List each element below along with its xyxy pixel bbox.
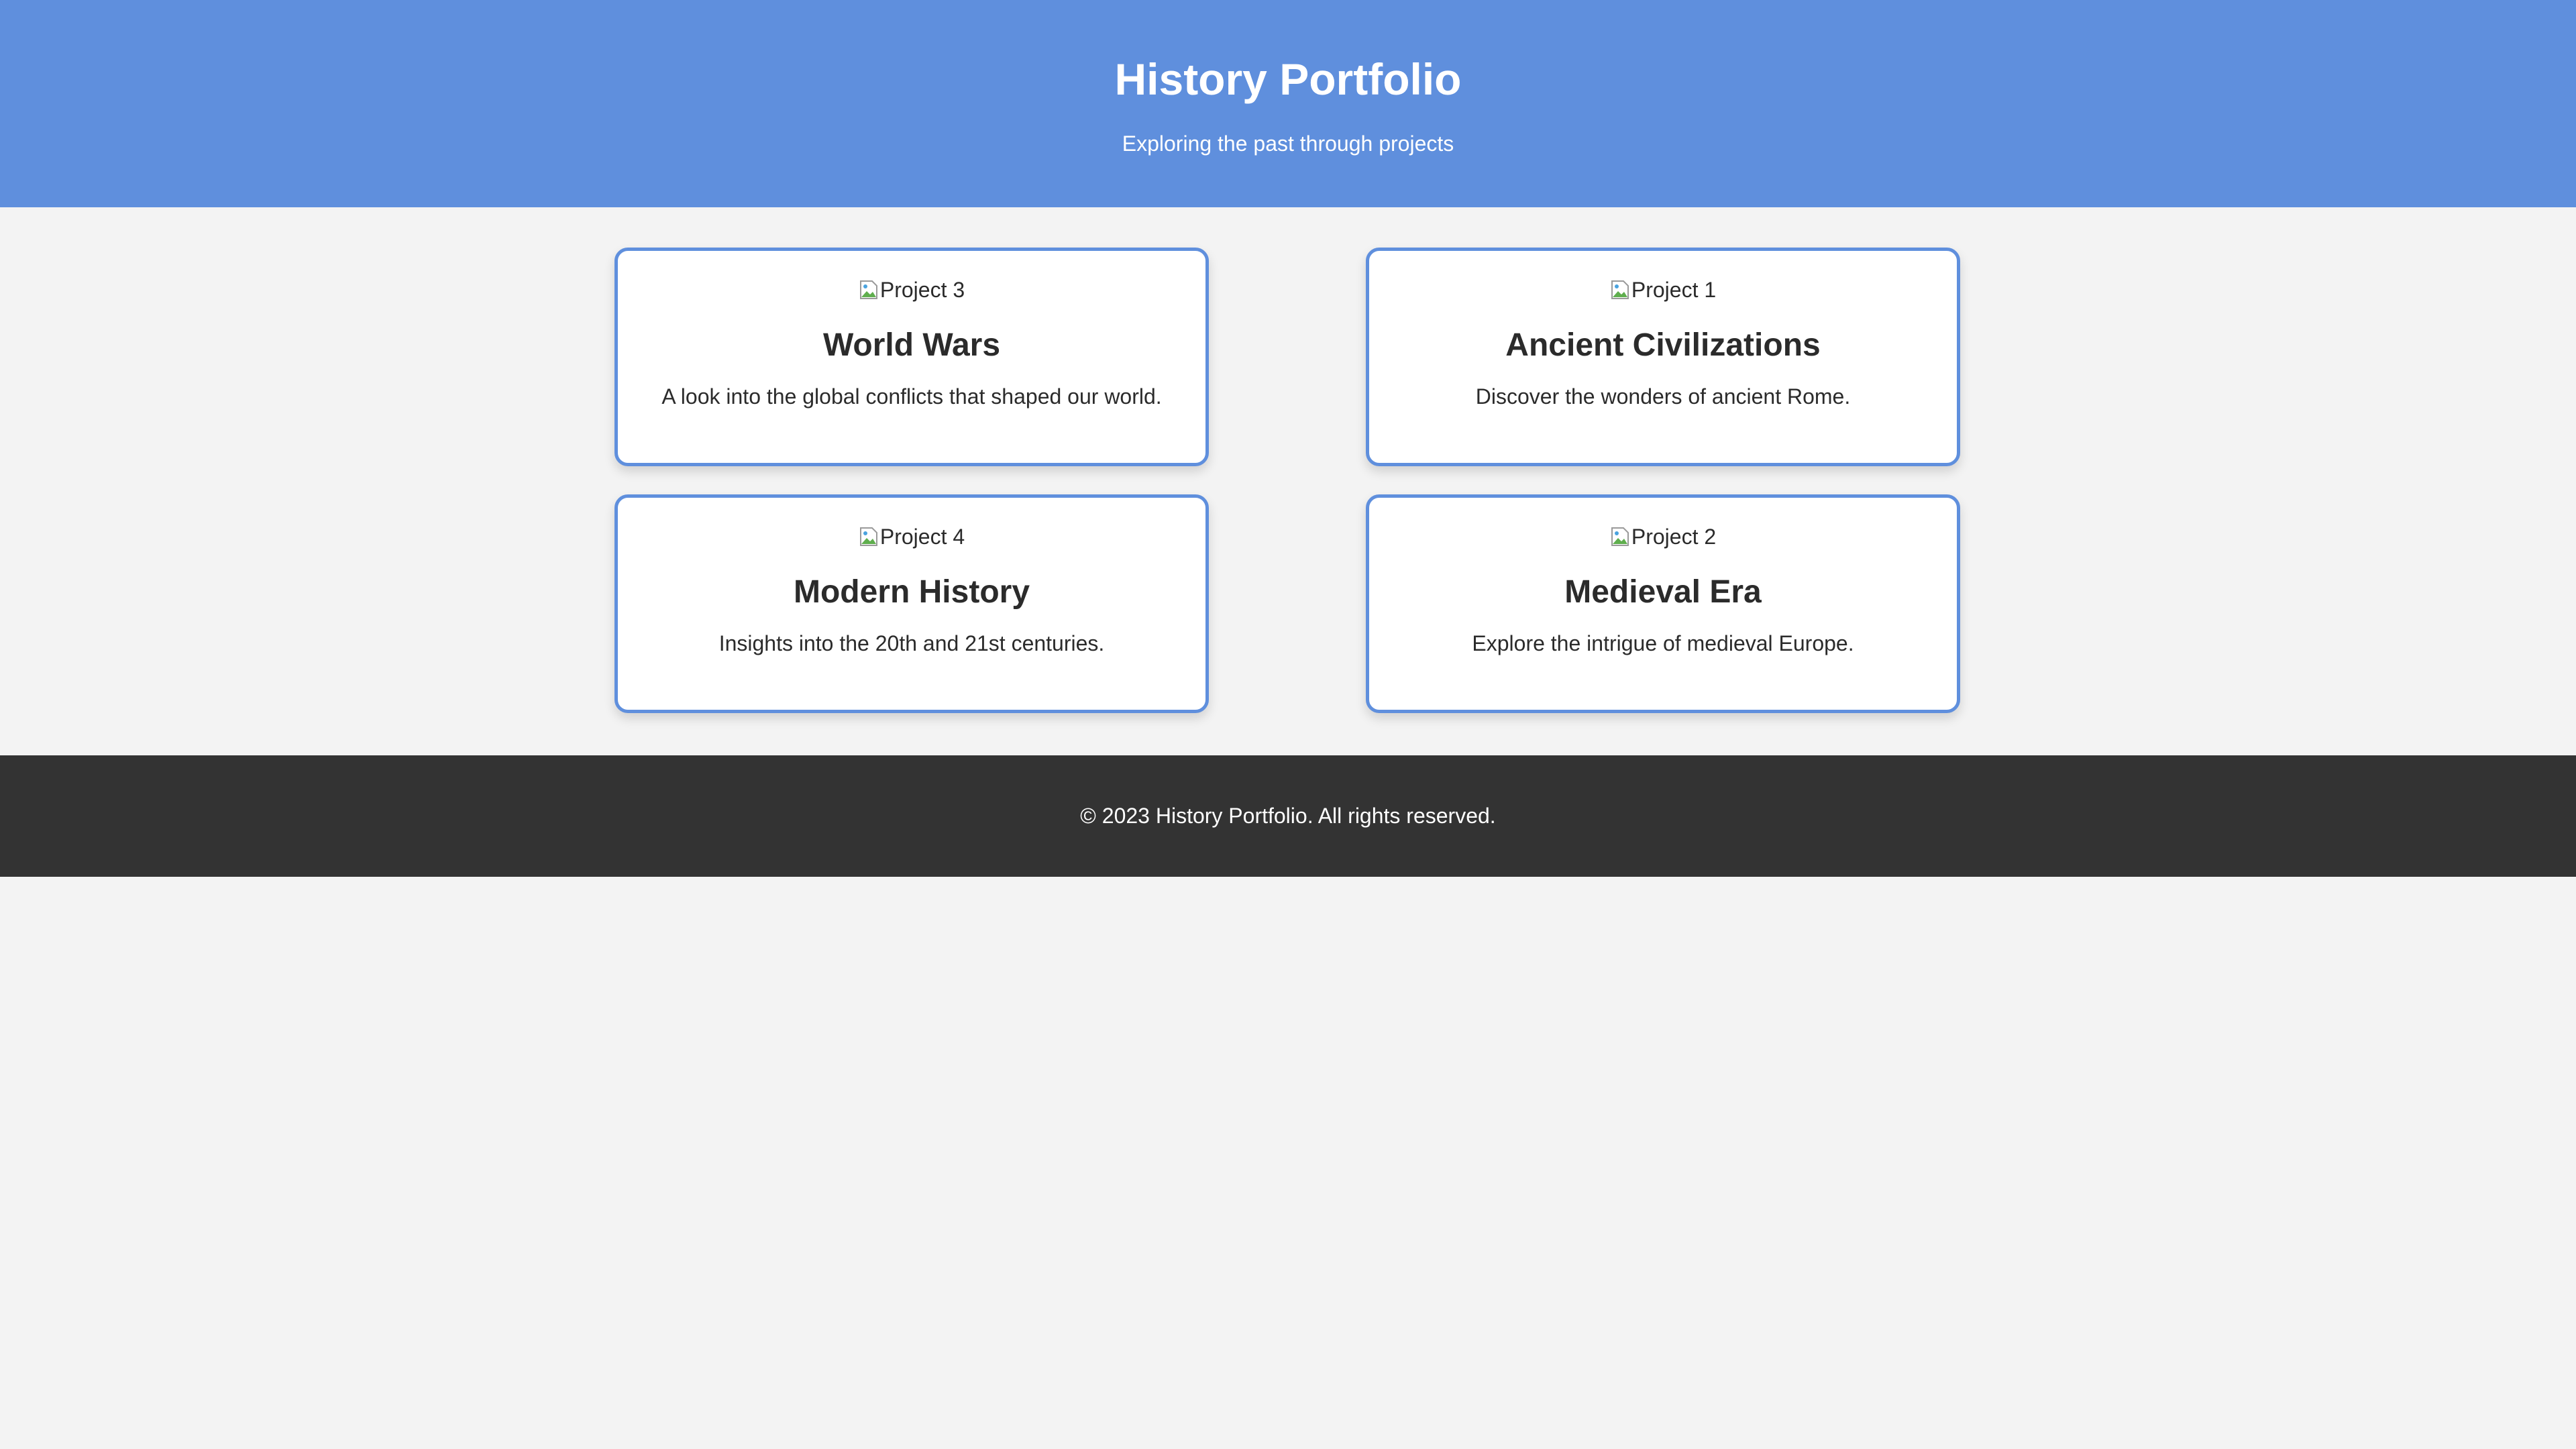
project-card-ancient-civilizations[interactable]: Project 1 Ancient Civilizations Discover… (1366, 248, 1960, 466)
project-image-alt: Project 4 (879, 525, 965, 549)
project-title: World Wars (822, 327, 1001, 363)
broken-image-icon (1610, 526, 1630, 547)
project-description: Discover the wonders of ancient Rome. (1475, 384, 1851, 409)
copyright-text: © 2023 History Portfolio. All rights res… (1080, 804, 1496, 828)
project-title: Ancient Civilizations (1505, 327, 1821, 363)
project-image: Project 2 (1610, 523, 1716, 550)
project-description: Explore the intrigue of medieval Europe. (1472, 631, 1854, 655)
page-subtitle: Exploring the past through projects (1122, 131, 1454, 156)
project-card-medieval-era[interactable]: Project 2 Medieval Era Explore the intri… (1366, 494, 1960, 713)
project-grid: Project 3 World Wars A look into the glo… (0, 207, 2576, 755)
project-description: A look into the global conflicts that sh… (661, 384, 1162, 409)
project-title: Medieval Era (1564, 574, 1762, 610)
project-title: Modern History (793, 574, 1030, 610)
project-image-alt: Project 3 (879, 278, 965, 302)
project-image: Project 3 (859, 276, 965, 303)
project-image: Project 4 (859, 523, 965, 550)
project-description: Insights into the 20th and 21st centurie… (718, 631, 1105, 655)
project-card-modern-history[interactable]: Project 4 Modern History Insights into t… (614, 494, 1209, 713)
broken-image-icon (859, 526, 879, 547)
project-image-alt: Project 2 (1631, 525, 1717, 549)
project-card-world-wars[interactable]: Project 3 World Wars A look into the glo… (614, 248, 1209, 466)
broken-image-icon (1610, 279, 1630, 301)
site-footer: © 2023 History Portfolio. All rights res… (0, 755, 2576, 877)
site-header: History Portfolio Exploring the past thr… (0, 0, 2576, 207)
page-title: History Portfolio (1114, 54, 1462, 104)
broken-image-icon (859, 279, 879, 301)
project-image: Project 1 (1610, 276, 1716, 303)
project-image-alt: Project 1 (1631, 278, 1717, 302)
